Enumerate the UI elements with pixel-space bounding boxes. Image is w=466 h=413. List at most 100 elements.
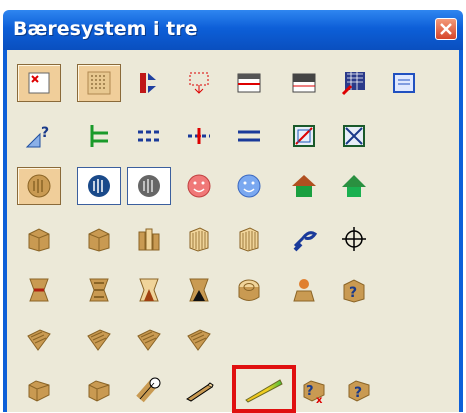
beam-bracket-icon bbox=[90, 125, 108, 147]
plank-icon bbox=[27, 329, 51, 351]
frame-select-tool-button[interactable] bbox=[17, 64, 61, 102]
long-beam-tool-button[interactable] bbox=[177, 371, 221, 409]
grid-dots-icon bbox=[87, 71, 111, 95]
column-grey-tool-button[interactable] bbox=[127, 167, 171, 205]
wood-stack-tool-button[interactable] bbox=[127, 220, 171, 258]
blue-window-tool-button[interactable] bbox=[382, 64, 426, 102]
wood-stack-icon bbox=[138, 228, 160, 251]
joint-black-icon bbox=[189, 278, 209, 302]
wood-help-icon: ? bbox=[343, 279, 365, 303]
plank-2-tool-button[interactable] bbox=[77, 320, 121, 358]
red-face-tool-button[interactable] bbox=[177, 167, 221, 205]
svg-text:?: ? bbox=[41, 125, 49, 141]
log-end-tool-button[interactable] bbox=[227, 271, 271, 309]
close-icon bbox=[440, 23, 452, 35]
column-blue-tool-button[interactable] bbox=[77, 167, 121, 205]
red-face-icon bbox=[187, 174, 211, 198]
split-column-icon bbox=[140, 73, 156, 93]
plank-3-icon bbox=[137, 329, 161, 351]
beam-help-x-tool-button[interactable]: ? x bbox=[292, 371, 336, 409]
svg-text:x: x bbox=[316, 395, 323, 405]
joint-dark-icon bbox=[89, 278, 109, 302]
joint-red-tool-button[interactable] bbox=[17, 271, 61, 309]
blue-window-icon bbox=[393, 73, 415, 93]
double-line-tool-button[interactable] bbox=[227, 117, 271, 155]
beam-help-tool-button[interactable]: ? bbox=[337, 371, 381, 409]
column-blue-icon bbox=[88, 175, 110, 197]
plank-tool-button[interactable] bbox=[17, 320, 61, 358]
long-beam-icon bbox=[186, 382, 214, 402]
crosshair-tool-button[interactable] bbox=[332, 220, 376, 258]
round-column-icon bbox=[27, 174, 51, 198]
dashed-drop-icon bbox=[189, 72, 209, 94]
log-cap-icon bbox=[293, 279, 315, 302]
joint-red-icon bbox=[29, 278, 49, 302]
joint-cone-icon bbox=[139, 278, 159, 302]
dashed-lines-tool-button[interactable] bbox=[127, 117, 171, 155]
grid-arrow-icon bbox=[341, 72, 365, 96]
blue-face-tool-button[interactable] bbox=[227, 167, 271, 205]
log-cap-tool-button[interactable] bbox=[282, 271, 326, 309]
split-column-tool-button[interactable] bbox=[127, 64, 171, 102]
plank-2-icon bbox=[87, 329, 111, 351]
boxed-cross-icon bbox=[343, 125, 365, 147]
house-green-icon bbox=[292, 175, 316, 197]
plank-3-tool-button[interactable] bbox=[127, 320, 171, 358]
beam-help-icon: ? bbox=[348, 380, 370, 402]
column-grey-icon bbox=[138, 175, 160, 197]
close-button[interactable] bbox=[435, 18, 457, 40]
wood-help-tool-button[interactable]: ? bbox=[332, 271, 376, 309]
plank-4-icon bbox=[187, 329, 211, 351]
dashed-drop-tool-button[interactable] bbox=[177, 64, 221, 102]
plank-4-tool-button[interactable] bbox=[177, 320, 221, 358]
beam-icon bbox=[28, 380, 50, 402]
crosshair-icon bbox=[342, 227, 366, 251]
beam-2-tool-button[interactable] bbox=[77, 371, 121, 409]
panel-red-line-tool-button[interactable] bbox=[227, 64, 271, 102]
roof-green-icon bbox=[342, 175, 366, 197]
boxed-slash-icon bbox=[293, 125, 315, 147]
ruler-help-tool-button[interactable]: ? bbox=[17, 117, 61, 155]
red-cross-line-icon bbox=[188, 128, 210, 144]
wood-panel-2-tool-button[interactable] bbox=[227, 220, 271, 258]
round-beam-icon bbox=[136, 377, 161, 403]
svg-text:?: ? bbox=[354, 385, 362, 401]
wood-panel-2-icon bbox=[239, 227, 259, 252]
grid-dots-tool-button[interactable] bbox=[77, 64, 121, 102]
title-bar[interactable]: Bæresystem i tre bbox=[3, 10, 463, 50]
beam-2-icon bbox=[88, 380, 110, 402]
wood-panel-icon bbox=[189, 227, 209, 252]
dashed-lines-icon bbox=[138, 130, 160, 142]
boxed-cross-tool-button[interactable] bbox=[332, 117, 376, 155]
log-end-icon bbox=[238, 279, 260, 301]
wood-block-icon bbox=[28, 228, 50, 252]
dialog-window: Bæresystem i tre ??? x? bbox=[0, 0, 466, 413]
panel-red-line-icon bbox=[237, 73, 261, 93]
wood-panel-tool-button[interactable] bbox=[177, 220, 221, 258]
boxed-slash-tool-button[interactable] bbox=[282, 117, 326, 155]
red-cross-line-tool-button[interactable] bbox=[177, 117, 221, 155]
wrench-hand-tool-button[interactable] bbox=[282, 220, 326, 258]
grid-arrow-tool-button[interactable] bbox=[332, 64, 376, 102]
wrench-hand-icon bbox=[293, 231, 318, 252]
roof-green-tool-button[interactable] bbox=[332, 167, 376, 205]
joint-black-tool-button[interactable] bbox=[177, 271, 221, 309]
panel-grey-tool-button[interactable] bbox=[282, 64, 326, 102]
window-title: Bæresystem i tre bbox=[13, 18, 198, 40]
joint-cone-tool-button[interactable] bbox=[127, 271, 171, 309]
house-green-tool-button[interactable] bbox=[282, 167, 326, 205]
frame-select-icon bbox=[28, 72, 50, 94]
wood-block-2-icon bbox=[88, 228, 110, 252]
slab-beam-tool-button[interactable] bbox=[232, 365, 296, 413]
joint-dark-tool-button[interactable] bbox=[77, 271, 121, 309]
beam-bracket-tool-button[interactable] bbox=[77, 117, 121, 155]
slab-beam-icon bbox=[245, 379, 283, 403]
round-beam-tool-button[interactable] bbox=[127, 371, 171, 409]
wood-block-tool-button[interactable] bbox=[17, 220, 61, 258]
beam-tool-button[interactable] bbox=[17, 371, 61, 409]
round-column-tool-button[interactable] bbox=[17, 167, 61, 205]
wood-block-2-tool-button[interactable] bbox=[77, 220, 121, 258]
svg-text:?: ? bbox=[306, 384, 314, 399]
toolbar-panel: ??? x? bbox=[3, 50, 463, 413]
blue-face-icon bbox=[237, 174, 261, 198]
